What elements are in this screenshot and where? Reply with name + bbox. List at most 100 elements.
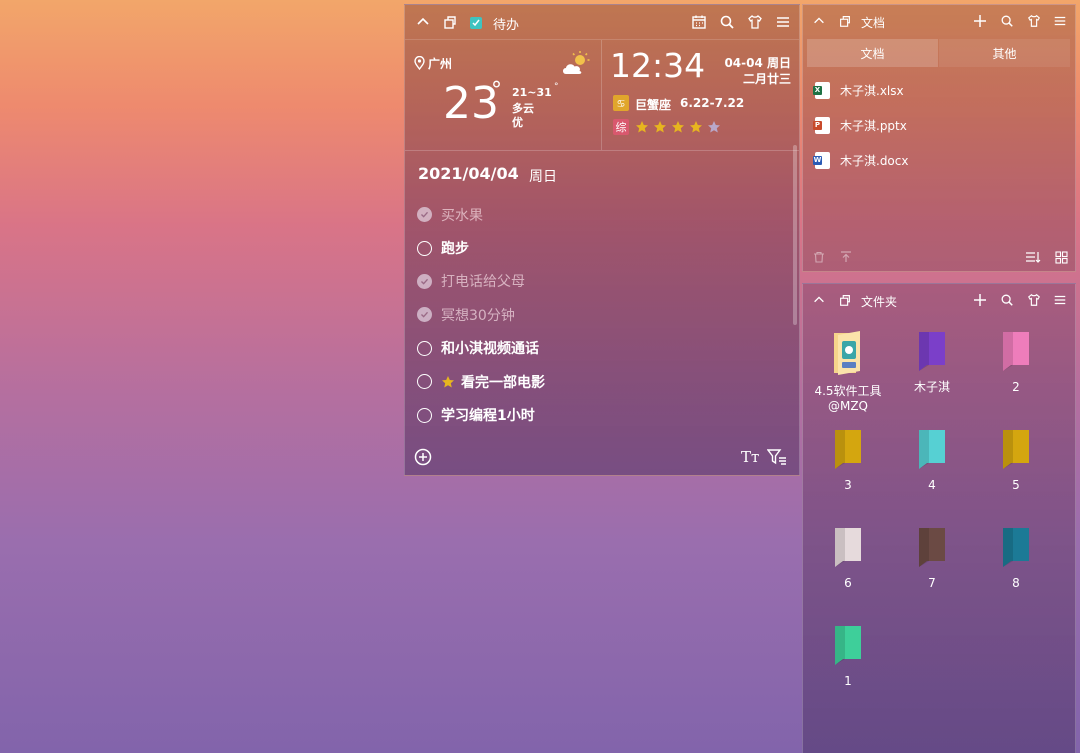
move-top-button[interactable] (840, 251, 852, 263)
menu-button[interactable] (775, 14, 791, 30)
docs-title: 文档 (861, 16, 886, 30)
folder-item[interactable]: 7 (890, 525, 974, 591)
tab-documents[interactable]: 文档 (807, 39, 938, 67)
checked-circle-icon[interactable] (417, 307, 432, 323)
calendar-icon (692, 15, 706, 29)
zodiac-dates: 6.22-7.22 (680, 96, 745, 110)
docs-detach-button[interactable] (838, 14, 852, 28)
rating-star-icon (671, 120, 685, 134)
file-item[interactable]: W 木子淇.docx (813, 149, 909, 171)
folder-label: 8 (1012, 576, 1020, 590)
window-pop-icon (840, 16, 850, 27)
font-size-button[interactable]: Tт (741, 448, 759, 466)
checked-circle-icon[interactable] (417, 207, 432, 223)
folder-item[interactable]: 4.5软件工具@MZQ (806, 329, 890, 414)
todo-item[interactable]: 和小淇视频通话 (417, 332, 545, 365)
air-quality: 优 (512, 116, 523, 129)
todo-item[interactable]: 买水果 (417, 198, 545, 231)
folders-collapse-button[interactable] (812, 293, 826, 307)
info-divider (601, 40, 602, 150)
clock-time: 12:34 (610, 46, 706, 85)
weather-city[interactable]: 广州 (428, 55, 452, 72)
folder-item[interactable]: 8 (974, 525, 1058, 591)
todo-item-label: 打电话给父母 (441, 274, 525, 291)
folders-title: 文件夹 (861, 295, 898, 309)
folders-search-button[interactable] (1000, 293, 1014, 307)
docs-panel: 文档 文档 其他 X 木子淇.xlsx P 木子淇.pptx W 木子淇.docx (802, 4, 1076, 272)
file-name: 木子淇.xlsx (840, 83, 904, 98)
add-circle-icon (414, 448, 432, 466)
collapse-button[interactable] (415, 14, 431, 30)
todo-item[interactable]: 冥想30分钟 (417, 298, 545, 331)
folders-menu-button[interactable] (1053, 293, 1067, 307)
todo-item[interactable]: 看完一部电影 (417, 365, 545, 398)
todo-titlebar: 待办 (405, 5, 799, 39)
unchecked-circle-icon[interactable] (417, 240, 432, 256)
detach-button[interactable] (442, 14, 458, 30)
folder-label: 3 (844, 478, 852, 492)
folder-label: 2 (1012, 380, 1020, 394)
sort-button[interactable] (1025, 251, 1041, 264)
file-item[interactable]: X 木子淇.xlsx (813, 79, 904, 101)
folder-item[interactable]: 木子淇 (890, 329, 974, 395)
grid-view-button[interactable] (1055, 251, 1068, 264)
folder-label: 5 (1012, 478, 1020, 492)
todo-panel: 待办 广州 23 ° 21~31 ° 多云 优 12:34 04-04 周日 二… (404, 4, 800, 476)
checked-circle-icon[interactable] (417, 273, 432, 289)
folder-item[interactable]: 6 (806, 525, 890, 591)
search-icon (720, 15, 734, 29)
folders-detach-button[interactable] (838, 293, 852, 307)
file-type-tag: P (813, 120, 822, 130)
folders-add-button[interactable] (973, 293, 987, 307)
file-item[interactable]: P 木子淇.pptx (813, 114, 907, 136)
folders-skin-button[interactable] (1027, 293, 1041, 307)
chevron-up-icon (814, 17, 824, 24)
folder-item[interactable]: 1 (806, 623, 890, 689)
todo-item[interactable]: 学习编程1小时 (417, 398, 545, 431)
folder-item[interactable]: 3 (806, 427, 890, 493)
folder-item[interactable]: 4 (890, 427, 974, 493)
docs-add-button[interactable] (973, 14, 987, 28)
rating-star-icon (689, 120, 703, 134)
delete-button[interactable] (813, 251, 825, 263)
calendar-button[interactable] (691, 14, 707, 30)
todo-item-label: 和小淇视频通话 (441, 341, 539, 358)
docx-file-icon: W (813, 151, 830, 169)
folder-label: 1 (844, 674, 852, 688)
todo-app-icon (469, 15, 483, 34)
add-todo-button[interactable] (414, 448, 432, 466)
docs-skin-button[interactable] (1027, 14, 1041, 28)
weather-clock-row: 广州 23 ° 21~31 ° 多云 优 12:34 04-04 周日 二月廿三… (405, 39, 799, 151)
todo-item[interactable]: 跑步 (417, 231, 545, 264)
skin-button[interactable] (747, 14, 763, 30)
fortune-badge: 综 (613, 119, 629, 135)
folder-icon (890, 329, 974, 376)
weather-degree-symbol: ° (491, 78, 502, 103)
weather-range-degree: ° (554, 82, 559, 92)
docs-menu-button[interactable] (1053, 14, 1067, 28)
unchecked-circle-icon[interactable] (417, 374, 432, 390)
todo-item[interactable]: 打电话给父母 (417, 265, 545, 298)
rating-star-icon (707, 120, 721, 134)
search-button[interactable] (719, 14, 735, 30)
unchecked-circle-icon[interactable] (417, 407, 432, 423)
todo-date-header: 2021/04/04 (418, 164, 519, 183)
todo-item-label: 冥想30分钟 (441, 307, 515, 324)
filter-button[interactable] (767, 448, 787, 466)
tab-others[interactable]: 其他 (939, 39, 1070, 67)
unchecked-circle-icon[interactable] (417, 340, 432, 356)
todo-scrollbar[interactable] (793, 145, 797, 325)
file-name: 木子淇.docx (840, 153, 909, 168)
folder-label: 木子淇 (913, 380, 950, 394)
folder-item[interactable]: 5 (974, 427, 1058, 493)
docs-collapse-button[interactable] (812, 14, 826, 28)
folder-label: 7 (928, 576, 936, 590)
folder-item[interactable]: 2 (974, 329, 1058, 395)
zodiac-name: 巨蟹座 (635, 98, 672, 112)
todo-title: 待办 (493, 18, 520, 33)
folder-icon (806, 525, 890, 572)
docs-search-button[interactable] (1000, 14, 1014, 28)
folder-label: 4 (928, 478, 936, 492)
folders-panel: 文件夹 4.5软件工具@MZQ 木子淇 2 3 4 5 6 7 8 1 (802, 283, 1076, 753)
star-icon (441, 375, 455, 389)
